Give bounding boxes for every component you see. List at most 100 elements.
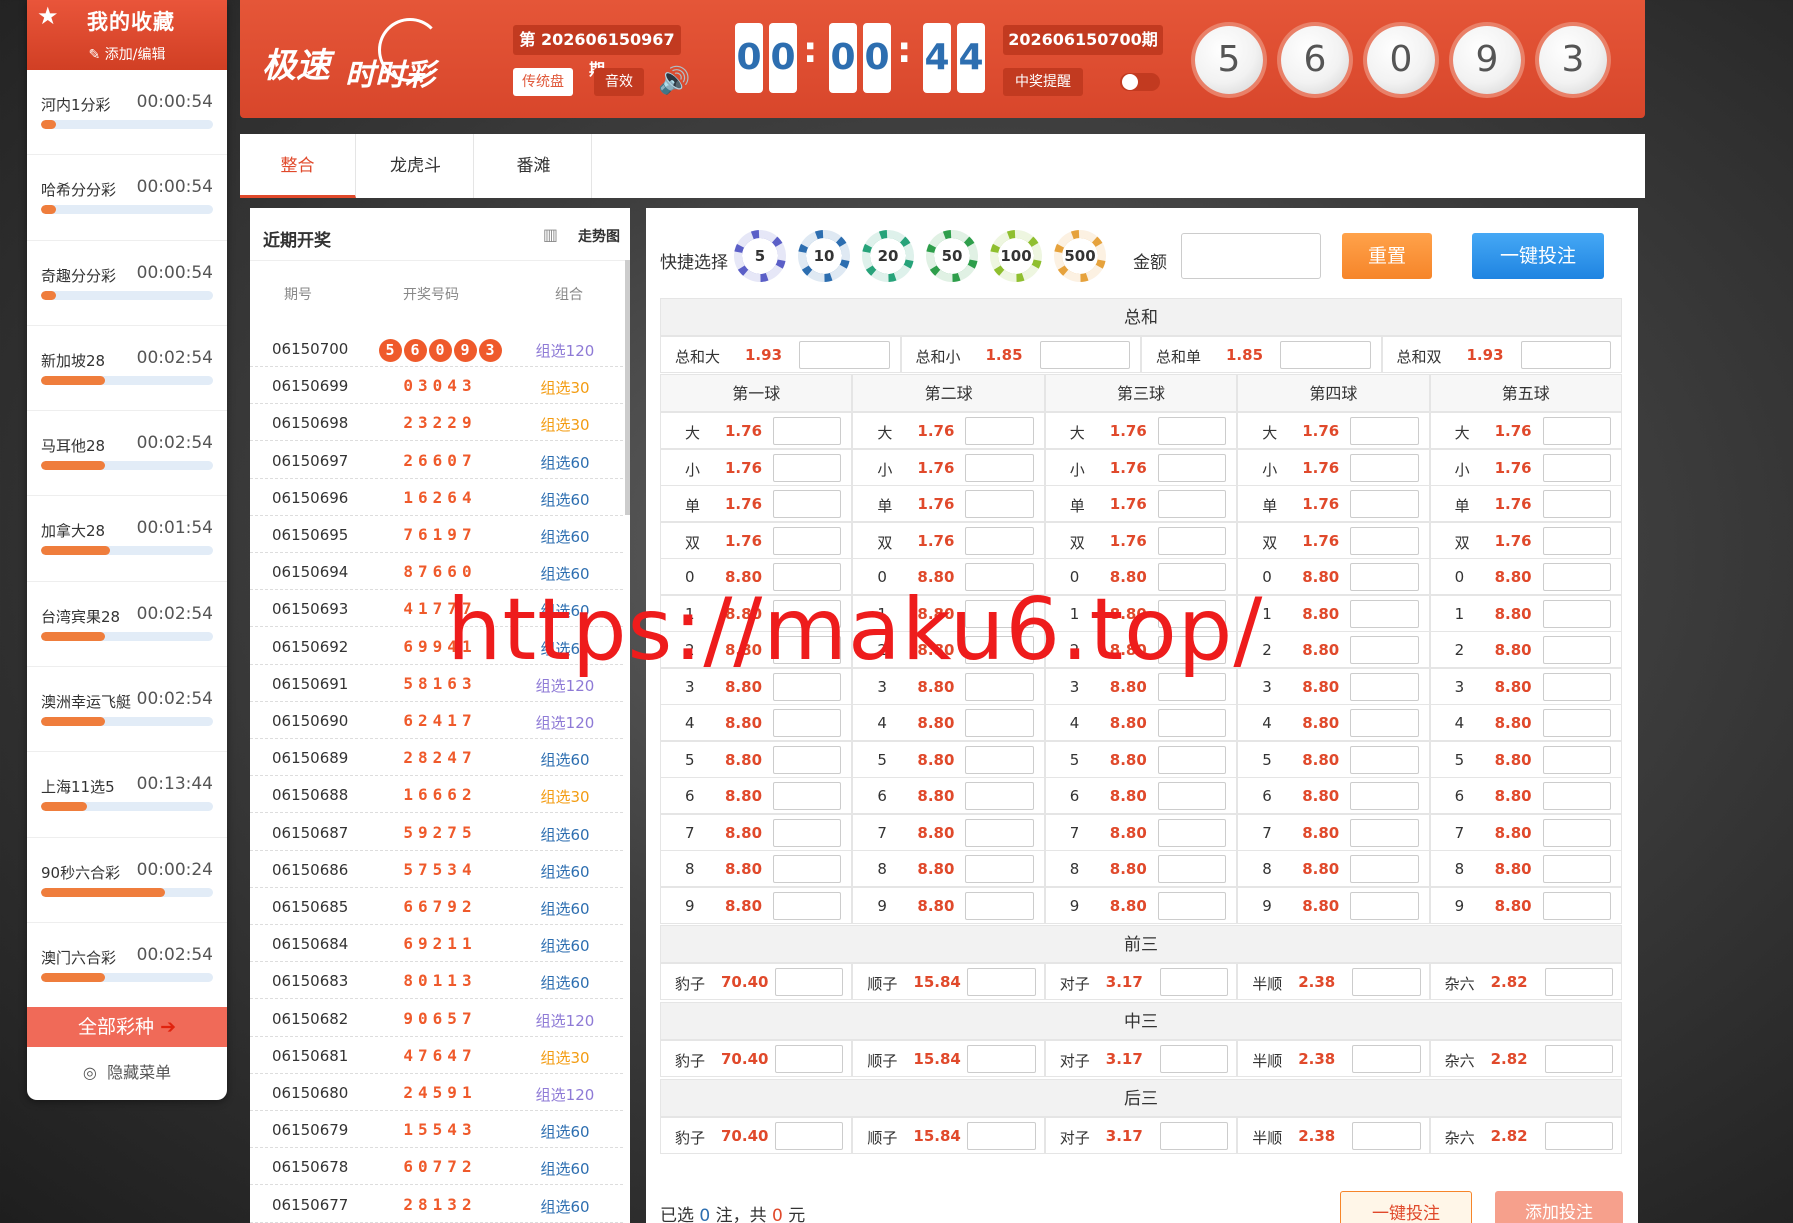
ball-bet-cell[interactable]: 6 8.80: [1237, 777, 1430, 814]
chip-100[interactable]: 100: [990, 230, 1042, 282]
ball-bet-cell[interactable]: 7 8.80: [852, 813, 1045, 851]
bet-amount-input[interactable]: [1350, 818, 1419, 847]
bet-amount-input[interactable]: [1542, 745, 1611, 774]
ball-bet-cell[interactable]: 6 8.80: [852, 777, 1045, 814]
bet-amount-input[interactable]: [1542, 417, 1611, 445]
ball-bet-cell[interactable]: 双 1.76: [660, 521, 853, 559]
bet-amount-input[interactable]: [1350, 417, 1419, 445]
ball-bet-cell[interactable]: 大 1.76: [1237, 412, 1430, 449]
three-bet-cell[interactable]: 顺子 15.84: [852, 1040, 1045, 1077]
total-bet-cell[interactable]: 总和大 1.93: [660, 336, 901, 373]
bet-amount-input[interactable]: [965, 672, 1034, 701]
amount-input[interactable]: [1181, 233, 1321, 279]
bet-amount-input[interactable]: [1542, 672, 1611, 701]
bet-amount-input[interactable]: [965, 891, 1034, 920]
three-bet-cell[interactable]: 对子 3.17: [1044, 1117, 1238, 1154]
trend-chart-link[interactable]: 走势图: [578, 226, 620, 246]
ball-bet-cell[interactable]: 3 8.80: [1429, 667, 1622, 705]
ball-bet-cell[interactable]: 小 1.76: [852, 448, 1045, 486]
bet-amount-input[interactable]: [1352, 1122, 1421, 1150]
sidebar-item[interactable]: 台湾宾果28 00:02:54: [27, 582, 227, 668]
ball-bet-cell[interactable]: 双 1.76: [1044, 521, 1238, 559]
bet-amount-input[interactable]: [965, 636, 1034, 664]
ball-bet-cell[interactable]: 1 8.80: [1237, 594, 1430, 632]
bet-amount-input[interactable]: [1157, 709, 1227, 737]
ball-bet-cell[interactable]: 9 8.80: [1044, 886, 1238, 924]
win-reminder-toggle[interactable]: [1120, 73, 1160, 91]
chip-50[interactable]: 50: [926, 230, 978, 282]
bet-amount-input[interactable]: [1157, 526, 1227, 555]
ball-bet-cell[interactable]: 8 8.80: [660, 850, 853, 887]
bet-amount-input[interactable]: [1157, 417, 1227, 445]
ball-bet-cell[interactable]: 8 8.80: [1429, 850, 1622, 887]
bet-amount-input[interactable]: [1157, 599, 1227, 628]
sidebar-item[interactable]: 加拿大28 00:01:54: [27, 496, 227, 582]
ball-bet-cell[interactable]: 6 8.80: [1429, 777, 1622, 814]
bet-amount-input[interactable]: [1350, 599, 1419, 628]
sidebar-item[interactable]: 澳门六合彩 00:02:54: [27, 923, 227, 1009]
bet-amount-input[interactable]: [1157, 891, 1227, 920]
ball-bet-cell[interactable]: 9 8.80: [852, 886, 1045, 924]
bet-amount-input[interactable]: [965, 709, 1034, 737]
ball-bet-cell[interactable]: 6 8.80: [660, 777, 853, 814]
ball-bet-cell[interactable]: 小 1.76: [1429, 448, 1622, 486]
bet-amount-input[interactable]: [1544, 1045, 1613, 1073]
ball-bet-cell[interactable]: 8 8.80: [1237, 850, 1430, 887]
bet-amount-input[interactable]: [1542, 782, 1611, 810]
bet-amount-input[interactable]: [1350, 855, 1419, 883]
ball-bet-cell[interactable]: 5 8.80: [852, 740, 1045, 778]
sidebar-item[interactable]: 哈希分分彩 00:00:54: [27, 155, 227, 241]
bet-amount-input[interactable]: [773, 818, 842, 847]
ball-bet-cell[interactable]: 0 8.80: [1429, 558, 1622, 595]
ball-bet-cell[interactable]: 2 8.80: [1237, 631, 1430, 668]
bet-amount-input[interactable]: [1157, 782, 1227, 810]
bet-amount-input[interactable]: [1350, 636, 1419, 664]
bet-amount-input[interactable]: [773, 855, 842, 883]
bet-amount-input[interactable]: [1159, 1045, 1229, 1073]
bet-amount-input[interactable]: [773, 490, 842, 518]
total-bet-cell[interactable]: 总和双 1.93: [1381, 336, 1622, 373]
bet-amount-input[interactable]: [1544, 1122, 1613, 1150]
ball-bet-cell[interactable]: 单 1.76: [1044, 485, 1238, 522]
bet-amount-input[interactable]: [965, 818, 1034, 847]
bet-amount-input[interactable]: [773, 709, 842, 737]
ball-bet-cell[interactable]: 4 8.80: [1044, 704, 1238, 741]
ball-bet-cell[interactable]: 3 8.80: [852, 667, 1045, 705]
bet-amount-input[interactable]: [967, 1122, 1036, 1150]
ball-bet-cell[interactable]: 1 8.80: [1044, 594, 1238, 632]
bet-amount-input[interactable]: [775, 968, 844, 996]
hide-menu-button[interactable]: ◎ 隐藏菜单: [27, 1059, 227, 1083]
ball-bet-cell[interactable]: 7 8.80: [1429, 813, 1622, 851]
ball-bet-cell[interactable]: 5 8.80: [1237, 740, 1430, 778]
sidebar-item[interactable]: 马耳他28 00:02:54: [27, 411, 227, 497]
ball-bet-cell[interactable]: 单 1.76: [1237, 485, 1430, 522]
chip-10[interactable]: 10: [798, 230, 850, 282]
bet-amount-input[interactable]: [1542, 709, 1611, 737]
all-lotteries-button[interactable]: 全部彩种 ➔: [27, 1007, 227, 1047]
bet-amount-input[interactable]: [775, 1122, 844, 1150]
bet-amount-input[interactable]: [965, 563, 1034, 591]
ball-bet-cell[interactable]: 双 1.76: [1429, 521, 1622, 559]
bet-amount-input[interactable]: [1157, 855, 1227, 883]
sidebar-item[interactable]: 河内1分彩 00:00:54: [27, 70, 227, 156]
bet-amount-input[interactable]: [1157, 490, 1227, 518]
ball-bet-cell[interactable]: 3 8.80: [1237, 667, 1430, 705]
three-bet-cell[interactable]: 豹子 70.40: [660, 1117, 853, 1154]
ball-bet-cell[interactable]: 1 8.80: [1429, 594, 1622, 632]
bet-amount-input[interactable]: [965, 855, 1034, 883]
ball-bet-cell[interactable]: 7 8.80: [1044, 813, 1238, 851]
bet-amount-input[interactable]: [1159, 968, 1229, 996]
bet-amount-input[interactable]: [773, 891, 842, 920]
bet-amount-input[interactable]: [1542, 453, 1611, 482]
bet-amount-input[interactable]: [965, 745, 1034, 774]
bet-amount-input[interactable]: [1157, 563, 1227, 591]
three-bet-cell[interactable]: 豹子 70.40: [660, 963, 853, 1000]
reset-button[interactable]: 重置: [1342, 233, 1432, 279]
ball-bet-cell[interactable]: 2 8.80: [660, 631, 853, 668]
add-edit-button[interactable]: ✎ 添加/编辑: [27, 44, 227, 64]
ball-bet-cell[interactable]: 4 8.80: [1429, 704, 1622, 741]
bet-amount-input[interactable]: [1157, 745, 1227, 774]
bet-amount-input[interactable]: [1542, 563, 1611, 591]
bet-amount-input[interactable]: [1157, 672, 1227, 701]
bet-amount-input[interactable]: [1039, 341, 1130, 369]
